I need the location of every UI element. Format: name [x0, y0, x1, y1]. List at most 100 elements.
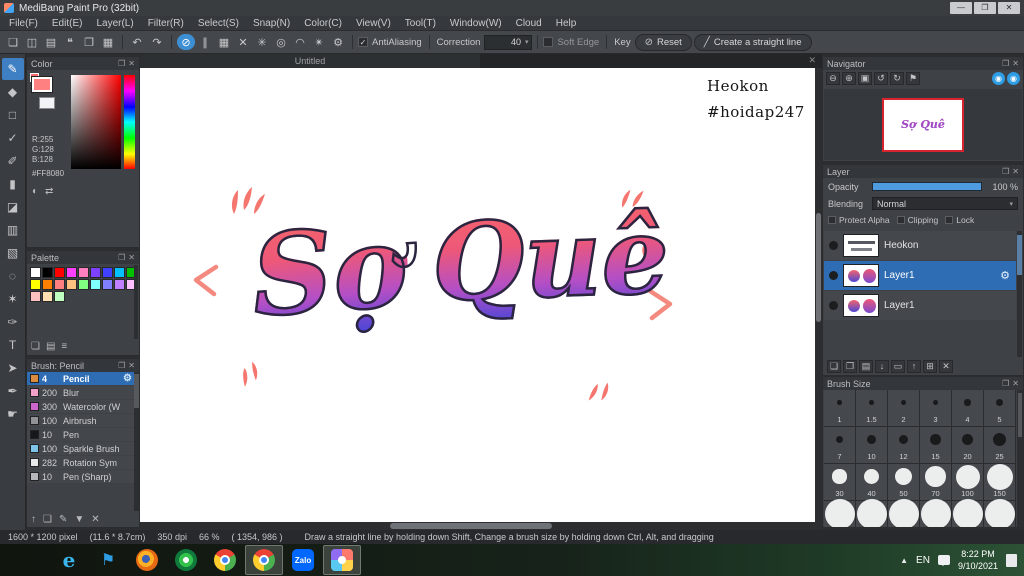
add-brush-icon[interactable]: ❏: [43, 515, 52, 525]
minimize-button[interactable]: —: [950, 2, 972, 14]
reset-button[interactable]: ⊘ Reset: [634, 33, 692, 51]
menu-item-1[interactable]: Edit(E): [45, 18, 90, 29]
menu-item-9[interactable]: Window(W): [443, 18, 509, 29]
palette-scrollbar[interactable]: [134, 265, 138, 339]
edit-brush-icon[interactable]: ✎: [59, 515, 67, 525]
panel-close-icon[interactable]: ✕: [1012, 59, 1019, 68]
layer-visibility-icon[interactable]: [829, 271, 838, 280]
menu-item-10[interactable]: Cloud: [509, 18, 549, 29]
copy-icon[interactable]: ❐: [80, 34, 98, 50]
pencil-tool[interactable]: ✐: [2, 150, 24, 172]
snap-grid-icon[interactable]: ▦: [215, 34, 233, 50]
opacity-slider[interactable]: [872, 182, 982, 191]
palette-swatch-10[interactable]: [42, 279, 53, 290]
clock[interactable]: 8:22 PM 9/10/2021: [958, 548, 998, 572]
brush-size-cell[interactable]: 4: [952, 390, 983, 426]
nav-prev-icon[interactable]: ◉: [992, 72, 1005, 85]
brush-size-cell[interactable]: 7: [824, 427, 855, 463]
layer-visibility-icon[interactable]: [829, 301, 838, 310]
brush-size-cell[interactable]: 10: [856, 427, 887, 463]
hue-bar[interactable]: [124, 75, 135, 169]
palette-swatch-16[interactable]: [114, 279, 125, 290]
brush-size-cell[interactable]: 100: [952, 464, 983, 500]
tray-expand-icon[interactable]: ▲: [900, 556, 908, 565]
eraser-tool[interactable]: ◆: [2, 81, 24, 103]
panel-popout-icon[interactable]: ❐: [1002, 167, 1009, 176]
brush-item-0[interactable]: 4 Pencil ⚙: [27, 372, 134, 385]
soft-edge-checkbox[interactable]: [543, 37, 554, 47]
panel-close-icon[interactable]: ✕: [1012, 379, 1019, 388]
brush-item-2[interactable]: 300 Watercolor (W: [27, 400, 134, 413]
palette-swatch-9[interactable]: [30, 279, 41, 290]
brush-item-3[interactable]: 100 Airbrush: [27, 414, 134, 427]
combine-icon[interactable]: ⊞: [923, 359, 937, 373]
bucket-tool[interactable]: ◪: [2, 196, 24, 218]
color-wheel-icon[interactable]: ◐: [32, 187, 38, 197]
export-icon[interactable]: ▤: [42, 34, 60, 50]
brush-size-cell[interactable]: [824, 498, 855, 527]
redo-icon[interactable]: ↷: [148, 34, 166, 50]
menu-item-11[interactable]: Help: [549, 18, 584, 29]
panel-close-icon[interactable]: ✕: [128, 59, 135, 68]
panel-popout-icon[interactable]: ❐: [118, 59, 125, 68]
brush-item-5[interactable]: 100 Sparkle Brush: [27, 442, 134, 455]
menu-item-4[interactable]: Select(S): [191, 18, 246, 29]
brush-size-cell[interactable]: 3: [920, 390, 951, 426]
brush-size-cell[interactable]: 1.5: [856, 390, 887, 426]
menu-item-5[interactable]: Snap(N): [246, 18, 297, 29]
merge-layer-icon[interactable]: ▤: [859, 359, 873, 373]
palette-swatch-20[interactable]: [54, 291, 65, 302]
saturation-value-picker[interactable]: [71, 75, 121, 169]
brush-size-cell[interactable]: 40: [856, 464, 887, 500]
close-button[interactable]: ✕: [998, 2, 1020, 14]
layer-up-icon[interactable]: ↑: [907, 359, 921, 373]
operation-tool[interactable]: ➤: [2, 357, 24, 379]
hand-tool[interactable]: ☛: [2, 403, 24, 425]
brush-item-1[interactable]: 200 Blur: [27, 386, 134, 399]
grid-icon[interactable]: ▦: [99, 34, 117, 50]
brush-size-cell[interactable]: 12: [888, 427, 919, 463]
brush-size-scrollbar[interactable]: [1017, 390, 1023, 527]
panel-close-icon[interactable]: ✕: [128, 361, 135, 370]
gradient-tool[interactable]: ▥: [2, 219, 24, 241]
folder-icon[interactable]: ▭: [891, 359, 905, 373]
palette-swatch-14[interactable]: [90, 279, 101, 290]
palette-swatch-0[interactable]: [30, 267, 41, 278]
select-check-tool[interactable]: ✓: [2, 127, 24, 149]
palette-swatch-2[interactable]: [54, 267, 65, 278]
comment-icon[interactable]: ❝: [61, 34, 79, 50]
clipping-checkbox[interactable]: Clipping: [896, 215, 938, 225]
flag-icon[interactable]: ⚑: [89, 545, 127, 575]
roller-tool[interactable]: ▮: [2, 173, 24, 195]
palette-swatch-12[interactable]: [66, 279, 77, 290]
undo-icon[interactable]: ↶: [128, 34, 146, 50]
brush-size-cell[interactable]: 30: [824, 464, 855, 500]
snap-curve-icon[interactable]: ◠: [291, 34, 309, 50]
antialiasing-checkbox[interactable]: [358, 37, 368, 47]
chrome-window-icon[interactable]: [245, 545, 283, 575]
layer-row-2[interactable]: Layer1: [824, 291, 1016, 320]
correction-dropdown[interactable]: 40: [484, 34, 533, 50]
menu-item-3[interactable]: Filter(R): [141, 18, 191, 29]
palette-swatch-1[interactable]: [42, 267, 53, 278]
delete-brush-icon[interactable]: ✕: [91, 515, 99, 525]
language-indicator[interactable]: EN: [916, 555, 930, 566]
swatch-menu-icon[interactable]: ▤: [46, 342, 55, 352]
brush-size-cell[interactable]: [888, 498, 919, 527]
select-tool[interactable]: ▧: [2, 242, 24, 264]
canvas-viewport[interactable]: Sợ Quê Heokon #hoidap247: [140, 68, 815, 522]
layer-visibility-icon[interactable]: [829, 241, 838, 250]
duplicate-layer-icon[interactable]: ❐: [843, 359, 857, 373]
select-pen-tool[interactable]: ✑: [2, 311, 24, 333]
brush-tool[interactable]: ✎: [1, 58, 24, 80]
brush-up-icon[interactable]: ↑: [31, 515, 36, 525]
palette-swatch-4[interactable]: [78, 267, 89, 278]
fit-window-icon[interactable]: ▣: [858, 72, 872, 85]
tab-close-icon[interactable]: ✕: [808, 55, 816, 66]
chrome-icon[interactable]: [206, 545, 244, 575]
layer-down-icon[interactable]: ↓: [875, 359, 889, 373]
brush-size-cell[interactable]: 50: [888, 464, 919, 500]
snap-off-icon[interactable]: ⊘: [177, 34, 195, 50]
rotate-left-icon[interactable]: ↺: [874, 72, 888, 85]
start-button[interactable]: [3, 545, 49, 575]
